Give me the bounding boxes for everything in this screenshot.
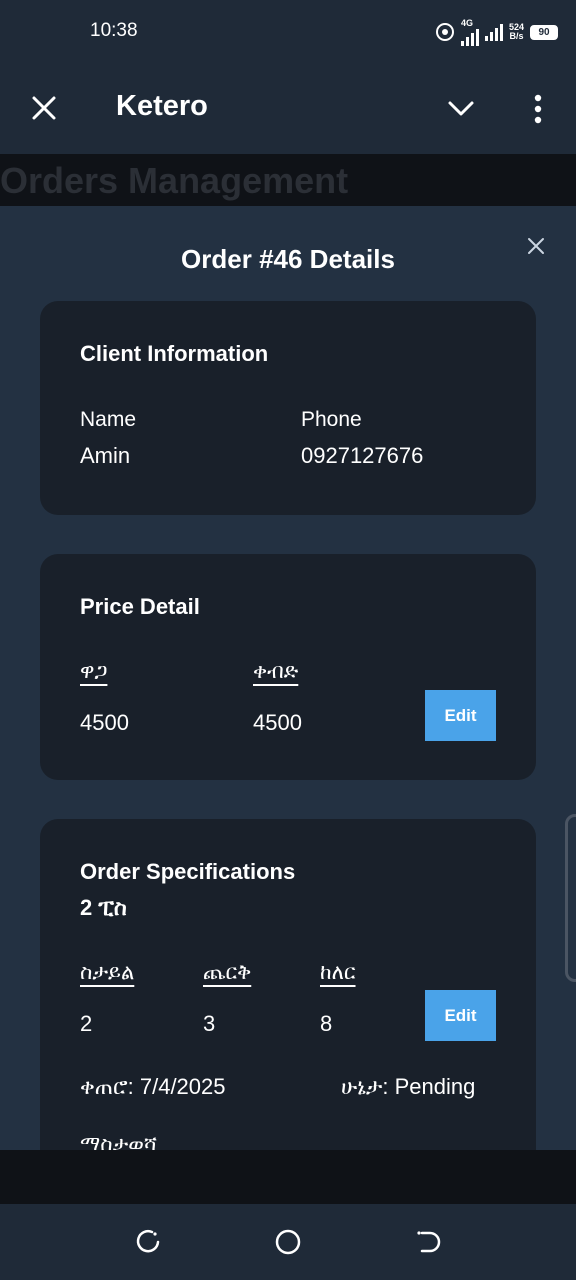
- status-time: 10:38: [90, 20, 138, 41]
- status-bar: 10:38 4G 524 B/s 90: [0, 0, 576, 64]
- fabric-value: 3: [203, 1011, 216, 1036]
- name-label: Name: [80, 408, 137, 431]
- page-heading: Orders Management: [0, 160, 349, 201]
- app-title: Ketero: [116, 90, 208, 122]
- network-type: 4G: [460, 17, 473, 28]
- price-label: ዋጋ: [80, 660, 108, 683]
- deposit-value: 4500: [253, 710, 302, 735]
- hotspot-icon: [435, 23, 454, 41]
- order-specs-title: Order Specifications: [80, 859, 296, 884]
- signal-1: 4G: [460, 17, 479, 46]
- price-detail-card: Price Detail ዋጋ 4500 ቀብድ 4500 Edit: [40, 554, 536, 780]
- status-icons: 4G 524 B/s 90: [435, 18, 558, 46]
- signal-bars-2-icon: [484, 23, 503, 41]
- modal-title: Order #46 Details: [181, 244, 395, 274]
- home-icon[interactable]: [272, 1226, 304, 1258]
- specs-edit-button[interactable]: Edit: [425, 990, 496, 1041]
- client-info-title: Client Information: [80, 341, 269, 366]
- battery-icon: 90: [530, 24, 558, 40]
- client-info-card: Client Information Name Amin Phone 09271…: [40, 301, 536, 515]
- name-value: Amin: [80, 443, 131, 468]
- appointment-date: ቀጠሮ: 7/4/2025: [80, 1074, 226, 1099]
- style-value: 2: [80, 1011, 93, 1036]
- app-bar: Ketero: [0, 64, 576, 154]
- fabric-label: ጨርቅ: [203, 961, 252, 984]
- system-nav-bar: [0, 1204, 576, 1280]
- style-label: ስታይል: [80, 961, 135, 984]
- recents-icon[interactable]: [132, 1226, 164, 1258]
- order-specs-card: Order Specifications 2 ፒስ ስታይል 2 ጨርቅ 3 ከ…: [40, 819, 536, 1150]
- color-value: 8: [320, 1011, 333, 1036]
- price-detail-title: Price Detail: [80, 594, 200, 619]
- order-details-modal: Order #46 Details Client Information Nam…: [0, 206, 576, 1150]
- chevron-down-icon[interactable]: [444, 92, 478, 126]
- close-icon[interactable]: [28, 92, 60, 124]
- net-speed: 524 B/s: [509, 23, 524, 41]
- order-status: ሁኔታ: Pending: [341, 1074, 476, 1099]
- battery-level: 90: [538, 26, 550, 38]
- bottom-strip: [0, 1150, 576, 1204]
- signal-bars-icon: [460, 28, 479, 46]
- phone-value: 0927127676: [301, 443, 424, 468]
- phone-label: Phone: [301, 408, 362, 431]
- page-header-strip: Orders Management: [0, 154, 576, 206]
- deposit-label: ቀብድ: [253, 660, 299, 683]
- note-label: ማስታወሻ: [80, 1133, 157, 1150]
- order-specs-subtitle: 2 ፒስ: [80, 895, 127, 920]
- more-vert-icon[interactable]: [522, 92, 554, 126]
- scroll-handle[interactable]: [565, 814, 576, 982]
- price-value: 4500: [80, 710, 129, 735]
- back-icon[interactable]: [412, 1226, 444, 1258]
- price-edit-button[interactable]: Edit: [425, 690, 496, 741]
- net-speed-unit: B/s: [509, 31, 524, 41]
- color-label: ከለር: [320, 961, 356, 984]
